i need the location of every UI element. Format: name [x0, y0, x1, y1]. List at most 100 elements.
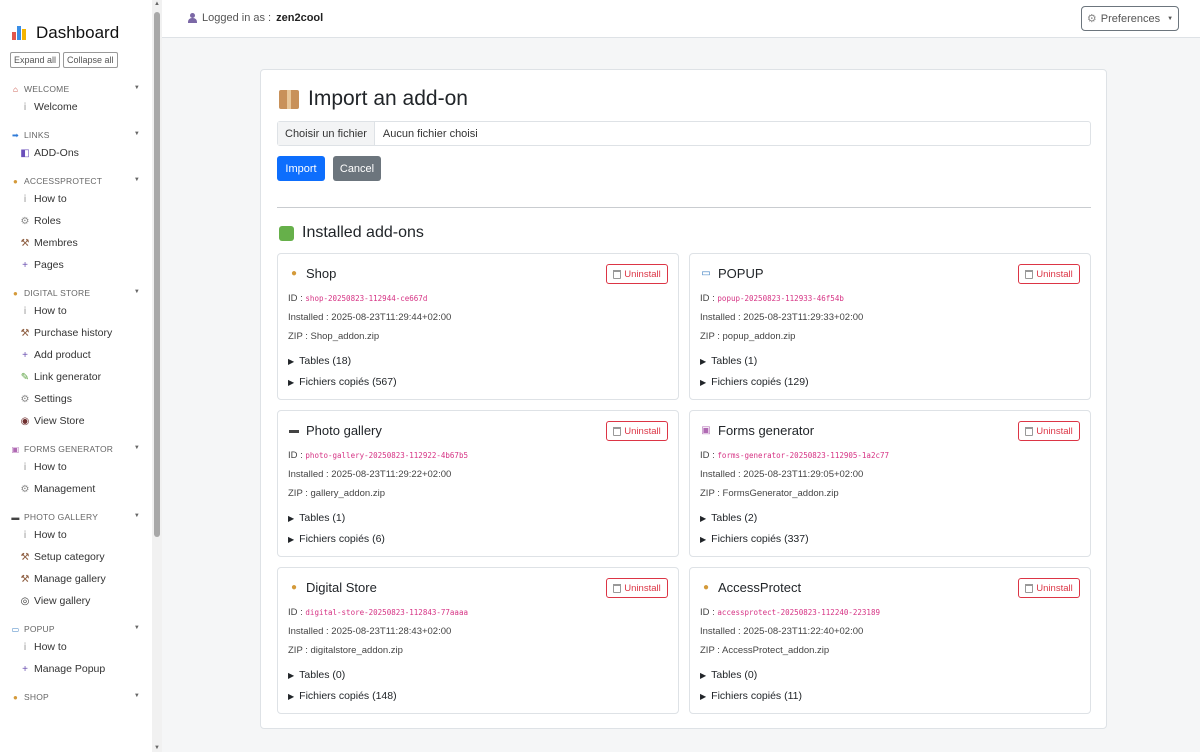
sidebar-item[interactable]: ⅰ How to [0, 524, 161, 546]
addon-id: ID : digital-store-20250823-112843-77aaa… [288, 607, 468, 618]
sidebar-item[interactable]: ⚒ Setup category [0, 546, 161, 568]
addon-files-toggle[interactable]: ▶ Fichiers copiés (11) [700, 690, 802, 702]
sidebar-section-header[interactable]: ⌂ WELCOME ▼ [0, 82, 150, 96]
sidebar-item[interactable]: ⚙ Settings [0, 388, 161, 410]
sidebar-item[interactable]: ⚒ Membres [0, 232, 161, 254]
import-button[interactable]: Import [277, 156, 325, 181]
disclosure-triangle-icon: ▶ [288, 356, 295, 366]
sidebar-item[interactable]: + Pages [0, 254, 161, 276]
plus-icon: + [22, 259, 28, 271]
disclosure-triangle-icon: ▶ [700, 691, 707, 701]
uninstall-button[interactable]: Uninstall [1018, 578, 1080, 598]
caret-down-icon[interactable]: ▼ [134, 693, 140, 699]
sidebar-item[interactable]: ◉ View Store [0, 410, 161, 432]
caret-down-icon[interactable]: ▼ [134, 625, 140, 631]
sidebar-item[interactable]: ⅰ How to [0, 188, 161, 210]
addon-files-toggle[interactable]: ▶ Fichiers copiés (6) [288, 533, 385, 545]
sidebar-section-header[interactable]: ▭ POPUP ▼ [0, 622, 150, 636]
gear-icon: ⚙ [20, 215, 30, 227]
sidebar-section-header[interactable]: ● SHOP ▼ [0, 690, 150, 704]
preferences-button[interactable]: ⚙ Preferences ▼ [1081, 6, 1179, 31]
addon-tables-toggle[interactable]: ▶ Tables (0) [288, 669, 345, 681]
caret-down-icon[interactable]: ▼ [134, 131, 140, 137]
trash-icon [613, 583, 622, 593]
addon-files-toggle[interactable]: ▶ Fichiers copiés (148) [288, 690, 397, 702]
sidebar-section-header[interactable]: ● DIGITAL STORE ▼ [0, 286, 150, 300]
import-heading: Import an add-on [279, 87, 468, 111]
uninstall-button[interactable]: Uninstall [1018, 264, 1080, 284]
money-bag-icon: ● [290, 268, 298, 279]
sidebar-item[interactable]: + Manage Popup [0, 658, 161, 680]
sidebar-item[interactable]: ⅰ How to [0, 636, 161, 658]
sidebar-item[interactable]: ⚒ Manage gallery [0, 568, 161, 590]
info-icon: ⅰ [23, 305, 27, 317]
scrollbar-thumb[interactable] [154, 12, 160, 537]
sidebar-item-label: Roles [34, 215, 61, 227]
sidebar-section-label: WELCOME [24, 84, 70, 94]
addon-tables-toggle[interactable]: ▶ Tables (2) [700, 512, 757, 524]
disclosure-triangle-icon: ▶ [288, 377, 295, 387]
money-bag-icon: ● [290, 582, 298, 593]
camera-icon: ▬ [11, 512, 20, 522]
sidebar-item[interactable]: + Add product [0, 344, 161, 366]
sidebar-item[interactable]: ⚙ Management [0, 478, 161, 500]
addon-tables-toggle[interactable]: ▶ Tables (1) [288, 512, 345, 524]
addon-tables-toggle[interactable]: ▶ Tables (18) [288, 355, 351, 367]
sidebar-section-header[interactable]: ➡ LINKS ▼ [0, 128, 150, 142]
sidebar-item-label: How to [34, 641, 67, 653]
addon-files-toggle[interactable]: ▶ Fichiers copiés (567) [288, 376, 397, 388]
username: zen2cool [276, 12, 324, 24]
collapse-all-button[interactable]: Collapse all [63, 52, 118, 68]
sidebar-section-header[interactable]: ▬ PHOTO GALLERY ▼ [0, 510, 150, 524]
addon-id: ID : shop-20250823-112944-ce667d [288, 293, 427, 304]
choose-file-button[interactable]: Choisir un fichier [278, 122, 375, 145]
addon-files-toggle[interactable]: ▶ Fichiers copiés (337) [700, 533, 809, 545]
disclosure-triangle-icon: ▶ [700, 513, 707, 523]
addon-tables-toggle[interactable]: ▶ Tables (1) [700, 355, 757, 367]
money-bag-icon: ● [12, 288, 19, 298]
cancel-button[interactable]: Cancel [333, 156, 381, 181]
addon-installed-date: Installed : 2025-08-23T11:28:43+02:00 [288, 626, 452, 637]
file-input[interactable]: Choisir un fichier Aucun fichier choisi [277, 121, 1091, 146]
addon-name: ● Shop [288, 266, 336, 281]
sidebar-item[interactable]: ⅰ How to [0, 300, 161, 322]
scroll-up-icon[interactable]: ▲ [154, 1, 160, 7]
uninstall-button[interactable]: Uninstall [1018, 421, 1080, 441]
sidebar-section-header[interactable]: ▣ FORMS GENERATOR ▼ [0, 442, 150, 456]
sidebar-section-header[interactable]: ● ACCESSPROTECT ▼ [0, 174, 150, 188]
house-icon: ⌂ [12, 84, 19, 94]
addon-card: ▣ Forms generator Uninstall ID : forms-g… [689, 410, 1091, 557]
addon-id-value: popup-20250823-112933-46f54b [717, 294, 844, 303]
sidebar-section: ● SHOP ▼ [0, 690, 161, 704]
caret-down-icon[interactable]: ▼ [134, 289, 140, 295]
disclosure-triangle-icon: ▶ [288, 670, 295, 680]
caret-down-icon[interactable]: ▼ [134, 85, 140, 91]
caret-down-icon[interactable]: ▼ [134, 177, 140, 183]
uninstall-button[interactable]: Uninstall [606, 264, 668, 284]
sidebar-brand[interactable]: Dashboard [0, 0, 161, 44]
sidebar-item[interactable]: ⅰ Welcome [0, 96, 161, 118]
import-card: Import an add-on Choisir un fichier Aucu… [260, 69, 1107, 729]
addon-installed-date: Installed : 2025-08-23T11:22:40+02:00 [700, 626, 864, 637]
uninstall-button[interactable]: Uninstall [606, 421, 668, 441]
caret-down-icon[interactable]: ▼ [134, 445, 140, 451]
caret-down-icon[interactable]: ▼ [134, 513, 140, 519]
sidebar-item-label: View Store [34, 415, 85, 427]
sidebar-item[interactable]: ⚒ Purchase history [0, 322, 161, 344]
sidebar-item[interactable]: ⅰ How to [0, 456, 161, 478]
sidebar-item[interactable]: ⚙ Roles [0, 210, 161, 232]
expand-all-button[interactable]: Expand all [10, 52, 61, 68]
addon-files-label: Fichiers copiés (129) [711, 376, 809, 388]
sidebar-item[interactable]: ✎ Link generator [0, 366, 161, 388]
addon-tables-toggle[interactable]: ▶ Tables (0) [700, 669, 757, 681]
sidebar-item[interactable]: ◎ View gallery [0, 590, 161, 612]
addon-name-label: Photo gallery [306, 423, 382, 438]
addon-files-label: Fichiers copiés (6) [299, 533, 385, 545]
sidebar-item[interactable]: ◧ ADD-Ons [0, 142, 161, 164]
sidebar-scrollbar[interactable]: ▲ ▼ [152, 0, 162, 752]
sidebar-section-label: DIGITAL STORE [24, 288, 91, 298]
uninstall-button[interactable]: Uninstall [606, 578, 668, 598]
sidebar: Dashboard Expand all Collapse all ⌂ WELCO… [0, 0, 162, 752]
scroll-down-icon[interactable]: ▼ [154, 745, 160, 751]
addon-files-toggle[interactable]: ▶ Fichiers copiés (129) [700, 376, 809, 388]
